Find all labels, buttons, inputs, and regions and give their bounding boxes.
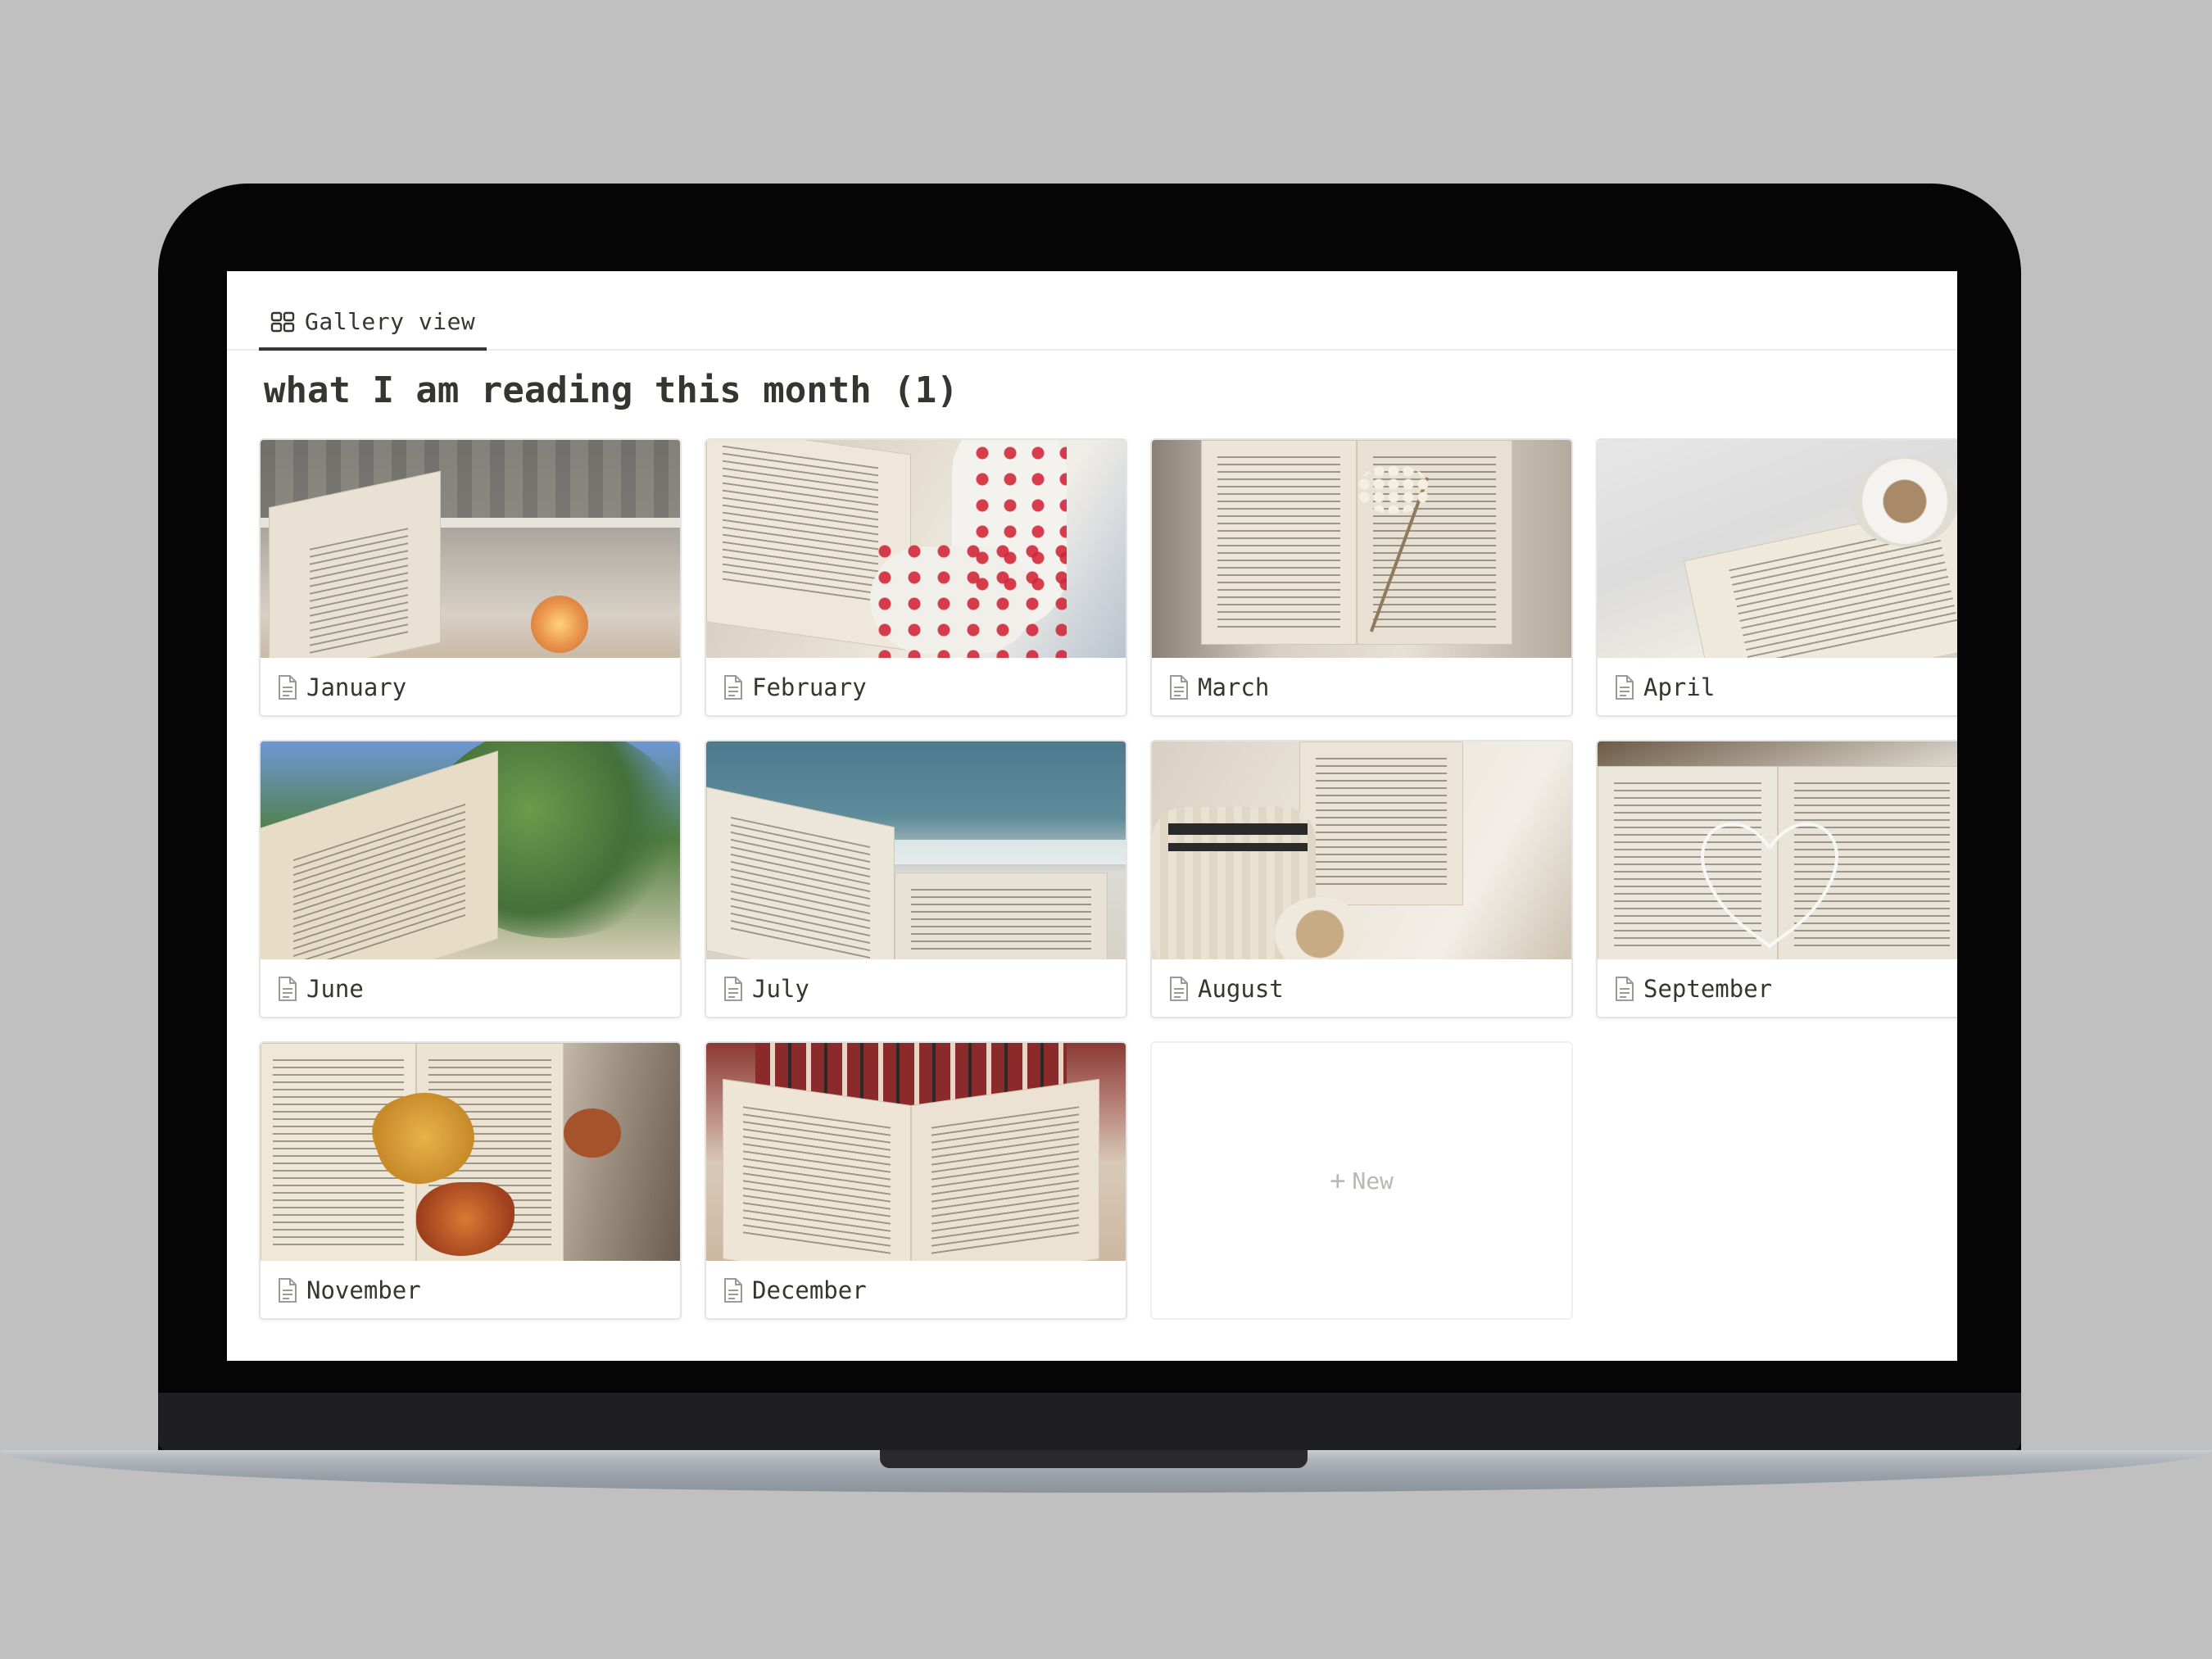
laptop-hinge: [158, 1393, 2021, 1452]
card-caption: July: [706, 959, 1126, 1017]
card-cover-image: [261, 440, 680, 658]
gallery-card-november[interactable]: November: [259, 1041, 682, 1320]
card-caption: June: [261, 959, 680, 1017]
gallery-card-april[interactable]: April: [1596, 438, 1957, 717]
card-title: December: [752, 1276, 867, 1304]
gallery-card-august[interactable]: August: [1150, 740, 1573, 1018]
page-icon: [1616, 977, 1634, 1001]
card-cover-image: [1152, 741, 1571, 959]
gallery-grid: January February March April June July A…: [259, 438, 1957, 1320]
card-title: August: [1198, 975, 1284, 1003]
view-tab-bar: Gallery view: [227, 271, 1957, 351]
card-caption: November: [261, 1261, 680, 1318]
database-title[interactable]: what I am reading this month (1): [264, 369, 959, 411]
gallery-card-june[interactable]: June: [259, 740, 682, 1018]
card-title: July: [752, 975, 809, 1003]
card-caption: August: [1152, 959, 1571, 1017]
card-cover-image: [261, 741, 680, 959]
card-title: January: [306, 673, 407, 701]
tab-gallery-view[interactable]: Gallery view: [259, 296, 487, 351]
gallery-card-february[interactable]: February: [705, 438, 1127, 717]
card-cover-image: [706, 440, 1126, 658]
card-cover-image: [1598, 741, 1957, 959]
page-icon: [279, 1278, 297, 1303]
card-caption: February: [706, 658, 1126, 715]
tab-label: Gallery view: [305, 308, 476, 335]
gallery-card-march[interactable]: March: [1150, 438, 1573, 717]
card-title: June: [306, 975, 364, 1003]
page-icon: [724, 1278, 742, 1303]
page-icon: [1170, 675, 1188, 700]
card-cover-image: [261, 1043, 680, 1261]
gallery-grid-icon: [270, 311, 295, 332]
new-card-button[interactable]: + New: [1150, 1041, 1573, 1320]
gallery-card-december[interactable]: December: [705, 1041, 1127, 1320]
card-caption: March: [1152, 658, 1571, 715]
card-caption: January: [261, 658, 680, 715]
card-title: February: [752, 673, 867, 701]
page-icon: [724, 977, 742, 1001]
card-caption: April: [1598, 658, 1957, 715]
gallery-card-july[interactable]: July: [705, 740, 1127, 1018]
page-icon: [724, 675, 742, 700]
card-title: March: [1198, 673, 1270, 701]
page-icon: [1170, 977, 1188, 1001]
card-title: November: [306, 1276, 421, 1304]
laptop-notch: [880, 1450, 1308, 1468]
page-icon: [1616, 675, 1634, 700]
gallery-card-september[interactable]: September: [1596, 740, 1957, 1018]
page-icon: [279, 977, 297, 1001]
card-caption: September: [1598, 959, 1957, 1017]
new-card-label: New: [1352, 1167, 1394, 1194]
card-cover-image: [1152, 440, 1571, 658]
plus-icon: +: [1330, 1165, 1346, 1196]
gallery-card-january[interactable]: January: [259, 438, 682, 717]
card-caption: December: [706, 1261, 1126, 1318]
card-title: April: [1643, 673, 1716, 701]
card-cover-image: [1598, 440, 1957, 658]
card-cover-image: [706, 1043, 1126, 1261]
laptop-screen: Gallery view what I am reading this mont…: [227, 271, 1957, 1361]
card-title: September: [1643, 975, 1773, 1003]
page-icon: [279, 675, 297, 700]
card-cover-image: [706, 741, 1126, 959]
